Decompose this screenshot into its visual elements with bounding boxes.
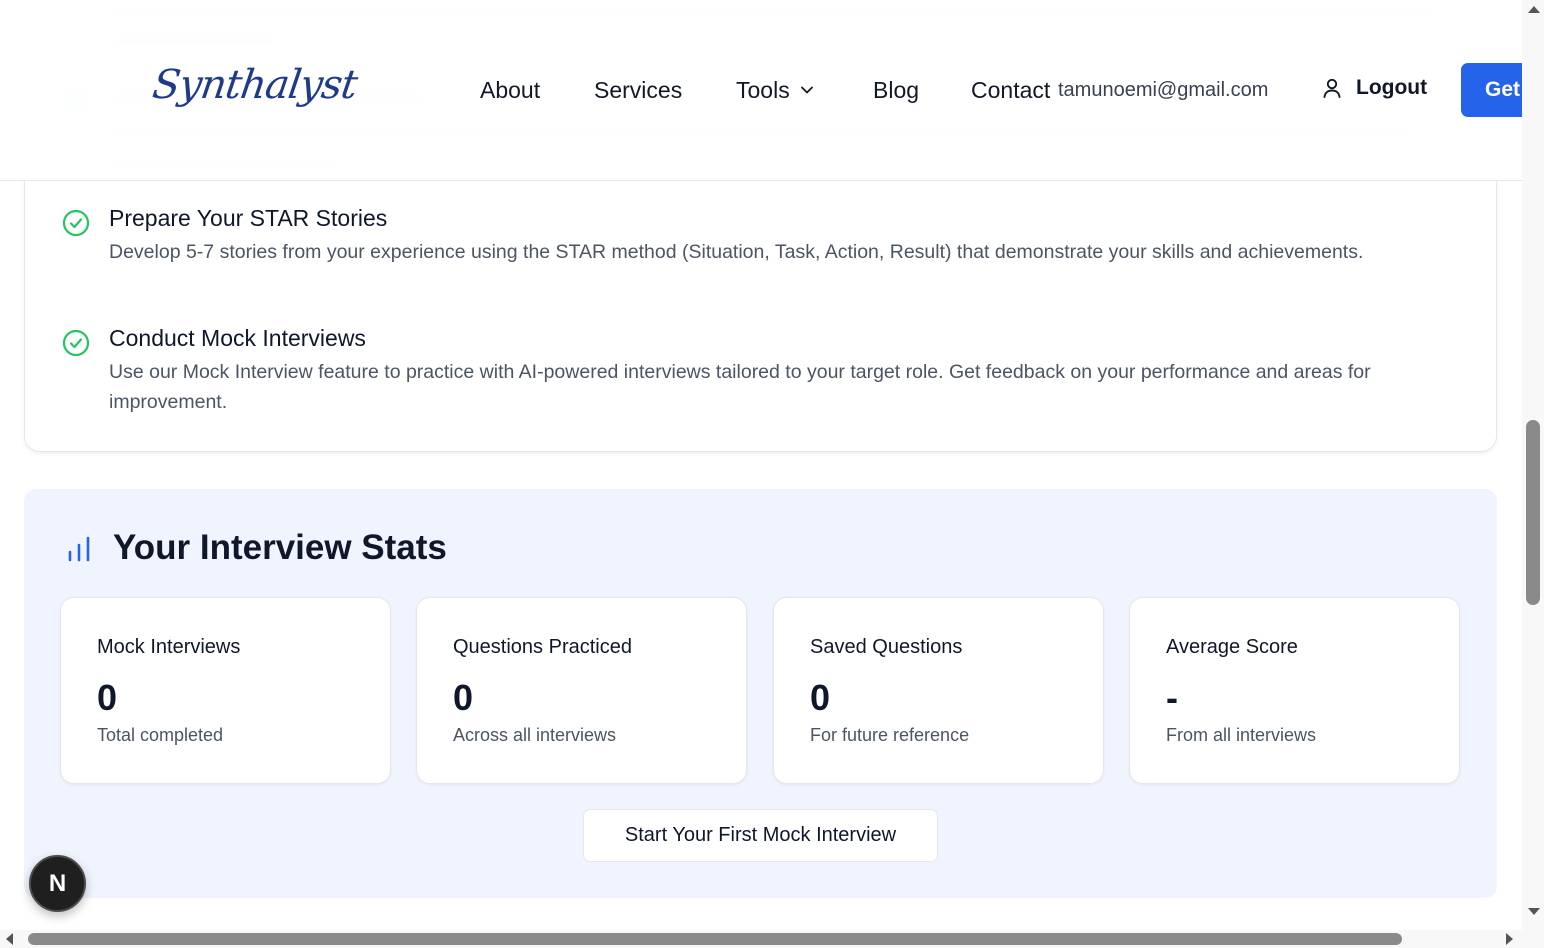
tip-item: Conduct Mock Interviews Use our Mock Int… [62,323,1462,423]
logo[interactable]: Synthalyst [150,62,360,108]
chevron-down-icon [800,86,813,94]
vertical-scrollbar[interactable] [1522,0,1544,930]
tip-description: Develop 5-7 stories from your experience… [109,241,1364,263]
check-circle-icon [62,209,90,237]
site-header: Synthalyst About Services Tools Blog Con… [0,0,1522,181]
stat-caption: Total completed [97,725,224,745]
stat-label: Mock Interviews [97,636,241,658]
scroll-right-arrow-icon[interactable] [1506,933,1513,945]
stat-value: 0 [453,677,474,718]
bar-chart-icon [68,536,90,562]
user-email: tamunoemi@gmail.com [1058,79,1269,101]
vertical-scroll-thumb[interactable] [1526,420,1540,605]
tip-item: Prepare Your STAR Stories Develop 5-7 st… [62,203,1462,303]
scroll-down-arrow-icon[interactable] [1528,908,1540,915]
nav-tools-label: Tools [736,77,790,103]
stat-caption: From all interviews [1166,725,1317,745]
stat-value: 0 [810,677,831,718]
stat-label: Saved Questions [810,636,963,658]
stat-label: Average Score [1166,636,1298,658]
scroll-left-arrow-icon[interactable] [6,933,13,945]
nav-about[interactable]: About [480,76,540,104]
tip-title: Prepare Your STAR Stories [109,205,388,231]
tip-description: Use our Mock Interview feature to practi… [109,361,1371,413]
stats-title: Your Interview Stats [113,528,447,567]
interview-stats-section: Your Interview Stats Mock Interviews 0 T… [24,489,1497,898]
nav-blog[interactable]: Blog [873,76,919,104]
stat-value: 0 [97,677,118,718]
tip-title: Conduct Mock Interviews [109,325,366,351]
start-mock-interview-button[interactable]: Start Your First Mock Interview [583,809,938,862]
stat-card-mock-interviews: Mock Interviews 0 Total completed [60,597,391,784]
user-icon [1323,78,1341,98]
nav-tools-dropdown[interactable]: Tools [736,76,814,104]
logout-label: Logout [1356,76,1428,99]
stat-value: - [1166,677,1178,718]
horizontal-scroll-thumb[interactable] [28,933,1402,945]
stat-card-questions-practiced: Questions Practiced 0 Across all intervi… [416,597,747,784]
stat-card-average-score: Average Score - From all interviews [1129,597,1460,784]
stat-card-saved-questions: Saved Questions 0 For future reference [773,597,1104,784]
get-started-button[interactable]: Get [1461,63,1522,117]
horizontal-scrollbar[interactable] [0,930,1544,948]
scroll-up-arrow-icon[interactable] [1528,6,1540,13]
check-circle-icon [62,329,90,357]
nav-services[interactable]: Services [594,76,682,104]
nextjs-dev-badge[interactable]: N [29,855,86,912]
stat-caption: For future reference [810,725,970,745]
viewport: Prepare Your STAR Stories Develop 5-7 st… [0,0,1522,930]
stat-caption: Across all interviews [453,725,617,745]
stat-label: Questions Practiced [453,636,632,658]
logout-button[interactable]: Logout [1320,76,1427,100]
nav-contact[interactable]: Contact [971,76,1050,104]
